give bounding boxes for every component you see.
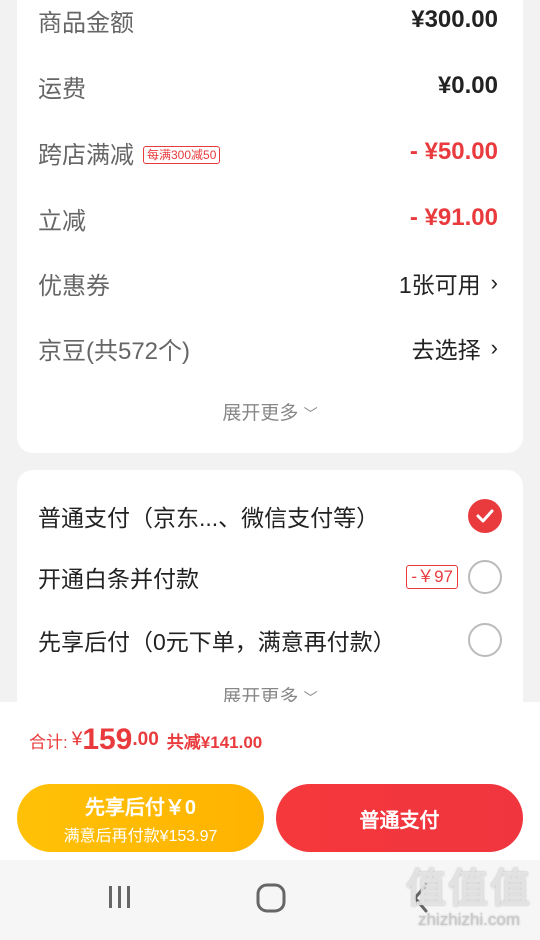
normal-pay-label: 普通支付 xyxy=(359,809,440,832)
pay-later-sub-label: 满意后再付款¥153.97 xyxy=(63,827,218,845)
payment-option-right: -￥97 xyxy=(406,560,502,594)
pay-later-button[interactable]: 先享后付￥0 满意后再付款¥153.97 xyxy=(17,784,264,852)
payment-option-normal[interactable]: 普通支付（京东...、微信支付等） xyxy=(38,494,502,538)
cross-store-discount-value: - ¥50.00 xyxy=(409,138,498,165)
payment-option-label: 普通支付（京东...、微信支付等） xyxy=(38,505,380,531)
goods-amount-row: 商品金额 ¥300.00 xyxy=(38,0,498,40)
action-bar: 先享后付￥0 满意后再付款¥153.97 普通支付 xyxy=(0,778,540,860)
total-amount-decimal: .00 xyxy=(132,729,159,750)
coupon-count: 1张可用 xyxy=(398,272,481,298)
checkmark-radio-icon[interactable] xyxy=(468,499,502,533)
instant-discount-row: 立减 - ¥91.00 xyxy=(38,198,498,238)
total-amount-integer: 159 xyxy=(82,723,133,756)
chevron-right-icon: › xyxy=(490,270,498,295)
instant-discount-value: - ¥91.00 xyxy=(409,204,498,231)
coupon-label: 优惠券 xyxy=(38,272,110,300)
instant-discount-label: 立减 xyxy=(38,207,86,235)
radio-unchecked-icon[interactable] xyxy=(468,560,502,594)
total-currency: ¥ xyxy=(71,729,83,750)
payment-option-baitiao[interactable]: 开通白条并付款 -￥97 xyxy=(38,555,502,599)
coupon-link[interactable]: 1张可用 › xyxy=(399,266,498,300)
watermark-url: zhizhizhi.com xyxy=(417,910,521,929)
pay-later-main-label: 先享后付￥0 xyxy=(84,796,197,819)
chevron-right-icon: › xyxy=(490,335,498,360)
recent-apps-icon[interactable] xyxy=(106,882,134,917)
cross-store-discount-row: 跨店满减 每满300减50 - ¥50.00 xyxy=(38,132,498,172)
cross-store-discount-label-wrap: 跨店满减 每满300减50 xyxy=(38,135,221,170)
baitiao-discount-badge: -￥97 xyxy=(406,565,458,589)
goods-amount-value: ¥300.00 xyxy=(411,6,498,33)
jd-beans-label: 京豆(共572个) xyxy=(38,337,191,365)
payment-methods-card: 普通支付（京东...、微信支付等） 开通白条并付款 -￥97 先享后付（0元下单… xyxy=(17,470,523,730)
shipping-label: 运费 xyxy=(38,75,86,103)
total-label: 合计: xyxy=(29,732,68,752)
summary-expand-label: 展开更多 xyxy=(222,403,299,424)
site-watermark: 值值值 zhizhizhi.com xyxy=(406,856,532,930)
goods-amount-label: 商品金额 xyxy=(38,9,134,37)
total-bar: 合计: ¥ 159 .00 共减¥141.00 xyxy=(0,702,540,778)
payment-option-pay-later[interactable]: 先享后付（0元下单，满意再付款） xyxy=(38,618,502,662)
jd-beans-select: 去选择 xyxy=(411,337,481,363)
payment-option-label: 开通白条并付款 xyxy=(38,566,199,592)
jd-beans-row[interactable]: 京豆(共572个) 去选择 › xyxy=(38,328,498,368)
cross-store-discount-label: 跨店满减 xyxy=(38,141,134,169)
shipping-row: 运费 ¥0.00 xyxy=(38,66,498,106)
shipping-value: ¥0.00 xyxy=(437,72,498,99)
order-summary-card: 商品金额 ¥300.00 运费 ¥0.00 跨店满减 每满300减50 - ¥50… xyxy=(17,0,523,453)
system-nav-bar: 值值值 zhizhizhi.com xyxy=(0,860,540,940)
chevron-down-icon: ﹀ xyxy=(303,406,318,422)
payment-option-label: 先享后付（0元下单，满意再付款） xyxy=(38,629,396,655)
watermark-logo: 值值值 xyxy=(406,867,532,911)
summary-expand-more[interactable]: 展开更多 ﹀ xyxy=(17,398,523,425)
total-discount: 共减¥141.00 xyxy=(166,732,263,752)
discount-rule-tag: 每满300减50 xyxy=(143,145,221,164)
normal-pay-button[interactable]: 普通支付 xyxy=(276,784,523,852)
jd-beans-link[interactable]: 去选择 › xyxy=(412,331,498,365)
coupon-row[interactable]: 优惠券 1张可用 › xyxy=(38,263,498,303)
home-icon[interactable] xyxy=(255,882,287,919)
radio-unchecked-icon[interactable] xyxy=(468,623,502,657)
